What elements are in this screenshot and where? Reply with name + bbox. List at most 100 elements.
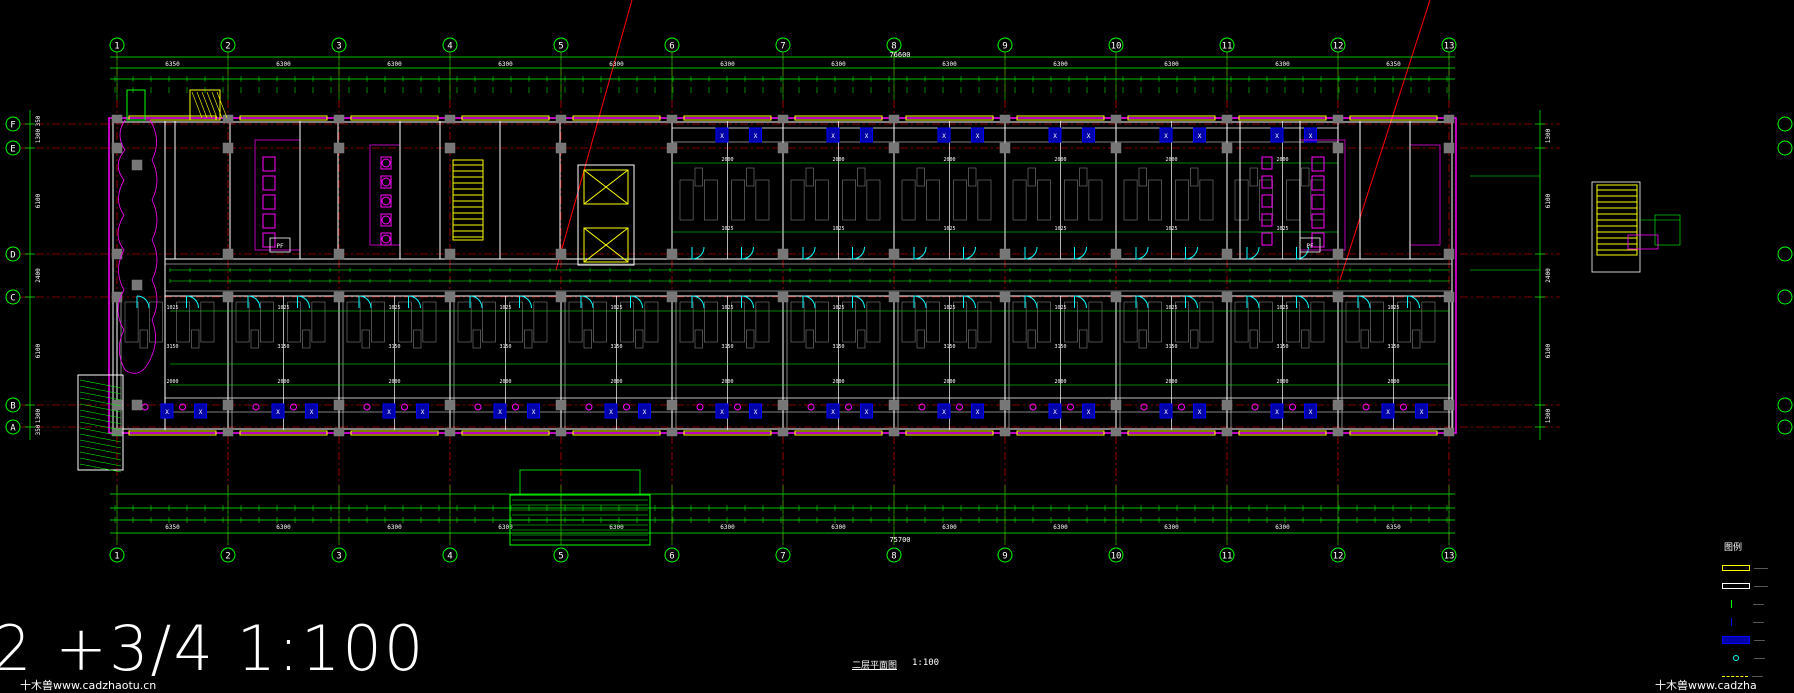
svg-text:X: X xyxy=(1275,409,1279,416)
left-dim-2: 6100 xyxy=(35,193,42,208)
svg-text:1025: 1025 xyxy=(388,305,400,311)
svg-text:1025: 1025 xyxy=(610,305,622,311)
left-dim-5: 1300 xyxy=(35,408,42,423)
axis-label-top-13: 13 xyxy=(1444,42,1455,52)
bay-dim-top-6: 6300 xyxy=(720,61,735,68)
legend-item-dashed: ——— xyxy=(1722,667,1794,685)
bay-dim-bottom-10: 6300 xyxy=(1164,524,1179,531)
svg-text:X: X xyxy=(865,409,869,416)
axis-bubble-right-E xyxy=(1777,140,1793,156)
svg-text:2000: 2000 xyxy=(1054,157,1066,163)
bay-dim-top-2: 6300 xyxy=(276,61,291,68)
section-line-right xyxy=(1339,0,1431,281)
legend-item-wall: ———— xyxy=(1722,577,1794,595)
svg-text:X: X xyxy=(976,409,980,416)
svg-text:1025: 1025 xyxy=(166,305,178,311)
svg-text:X: X xyxy=(1309,409,1313,416)
axis-label-bottom-9: 9 xyxy=(1002,552,1007,562)
svg-text:X: X xyxy=(942,409,946,416)
bay-dim-top-12: 6350 xyxy=(1386,61,1401,68)
axis-label-bottom-1: 1 xyxy=(114,552,119,562)
axis-label-bottom-5: 5 xyxy=(558,552,563,562)
svg-text:X: X xyxy=(276,409,280,416)
svg-text:1025: 1025 xyxy=(832,305,844,311)
axis-label-bottom-3: 3 xyxy=(336,552,341,562)
left-dim-1: 1300 xyxy=(35,128,42,143)
svg-text:2000: 2000 xyxy=(1276,379,1288,385)
svg-text:2000: 2000 xyxy=(943,379,955,385)
axis-label-bottom-13: 13 xyxy=(1444,552,1455,562)
bay-dim-bottom-1: 6350 xyxy=(165,524,180,531)
svg-text:2000: 2000 xyxy=(277,379,289,385)
svg-text:2000: 2000 xyxy=(610,379,622,385)
right-dim-2: 2400 xyxy=(1545,268,1552,283)
section-line-left xyxy=(555,0,633,271)
axis-label-bottom-10: 10 xyxy=(1111,552,1122,562)
bay-dim-bottom-7: 6300 xyxy=(831,524,846,531)
svg-text:X: X xyxy=(1420,409,1424,416)
svg-text:1025: 1025 xyxy=(721,305,733,311)
svg-text:2000: 2000 xyxy=(388,379,400,385)
svg-text:X: X xyxy=(498,409,502,416)
axis-label-left-E: E xyxy=(10,145,15,155)
scale-label: 2 +3/4 1:100 xyxy=(0,612,426,685)
bay-dim-bottom-12: 6350 xyxy=(1386,524,1401,531)
svg-text:2000: 2000 xyxy=(721,379,733,385)
axis-label-bottom-8: 8 xyxy=(891,552,896,562)
axis-label-top-2: 2 xyxy=(225,42,230,52)
axis-label-top-4: 4 xyxy=(447,42,452,52)
bay-dim-bottom-3: 6300 xyxy=(387,524,402,531)
svg-text:3150: 3150 xyxy=(610,344,622,350)
svg-text:3150: 3150 xyxy=(499,344,511,350)
bay-dim-bottom-11: 6300 xyxy=(1275,524,1290,531)
svg-text:X: X xyxy=(1198,133,1202,140)
axis-label-top-7: 7 xyxy=(780,42,785,52)
overall-dim-top: 76600 xyxy=(889,51,910,59)
bay-dim-bottom-2: 6300 xyxy=(276,524,291,531)
axis-label-top-8: 8 xyxy=(891,42,896,52)
svg-text:3150: 3150 xyxy=(1054,344,1066,350)
bay-dim-top-3: 6300 xyxy=(387,61,402,68)
left-dim-0: 350 xyxy=(35,115,42,126)
svg-text:X: X xyxy=(1275,133,1279,140)
floor-plan-drawing: 1122334455667788991010111112121313FEDCBA… xyxy=(5,0,1793,563)
bay-dim-top-11: 6300 xyxy=(1275,61,1290,68)
svg-text:X: X xyxy=(1053,133,1057,140)
svg-text:2000: 2000 xyxy=(166,379,178,385)
svg-text:3150: 3150 xyxy=(166,344,178,350)
svg-text:X: X xyxy=(643,409,647,416)
svg-text:X: X xyxy=(1053,409,1057,416)
right-dim-4: 1300 xyxy=(1545,408,1552,423)
svg-text:1025: 1025 xyxy=(943,226,955,232)
bay-dim-bottom-8: 6300 xyxy=(942,524,957,531)
legend-item-point: ——— xyxy=(1722,649,1794,667)
bay-dim-top-9: 6300 xyxy=(1053,61,1068,68)
svg-text:1025: 1025 xyxy=(499,305,511,311)
svg-text:3150: 3150 xyxy=(1276,344,1288,350)
svg-text:X: X xyxy=(1164,133,1168,140)
axis-bubble-right-B xyxy=(1777,397,1793,413)
bay-dim-bottom-9: 6300 xyxy=(1053,524,1068,531)
bay-dim-top-4: 6300 xyxy=(498,61,513,68)
svg-text:X: X xyxy=(310,409,314,416)
svg-text:X: X xyxy=(976,133,980,140)
svg-text:1025: 1025 xyxy=(1165,226,1177,232)
svg-text:2000: 2000 xyxy=(721,157,733,163)
svg-text:2000: 2000 xyxy=(1276,157,1288,163)
svg-text:3150: 3150 xyxy=(1165,344,1177,350)
svg-text:3150: 3150 xyxy=(943,344,955,350)
axis-label-bottom-4: 4 xyxy=(447,552,452,562)
axis-label-top-10: 10 xyxy=(1111,42,1122,52)
svg-text:X: X xyxy=(609,409,613,416)
svg-text:1025: 1025 xyxy=(1276,305,1288,311)
bay-dim-top-8: 6300 xyxy=(942,61,957,68)
right-dim-0: 1300 xyxy=(1545,128,1552,143)
svg-text:1025: 1025 xyxy=(943,305,955,311)
svg-text:1025: 1025 xyxy=(1054,226,1066,232)
axis-label-top-3: 3 xyxy=(336,42,341,52)
svg-text:X: X xyxy=(1087,409,1091,416)
left-dim-3: 2400 xyxy=(35,268,42,283)
svg-text:2000: 2000 xyxy=(832,157,844,163)
svg-text:X: X xyxy=(831,409,835,416)
axis-label-top-6: 6 xyxy=(669,42,674,52)
